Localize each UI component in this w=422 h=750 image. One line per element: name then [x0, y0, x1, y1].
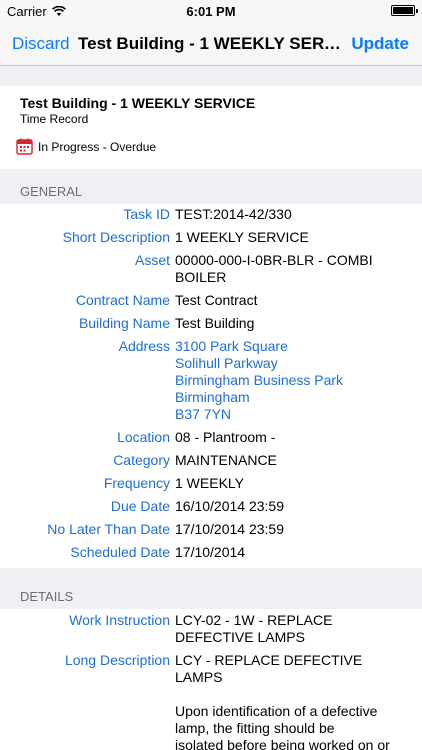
calendar-overdue-icon	[16, 138, 33, 155]
building-name-label: Building Name	[78, 315, 170, 331]
address-link[interactable]: 3100 Park Square Solihull Parkway Birmin…	[175, 338, 415, 423]
scheduled-date-label: Scheduled Date	[70, 544, 170, 560]
scheduled-date-value: 17/10/2014	[175, 544, 246, 560]
category-value: MAINTENANCE	[175, 452, 277, 468]
navigation-bar: Discard Test Building - 1 WEEKLY SERVICE…	[0, 22, 422, 66]
due-date-value: 16/10/2014 23:59	[175, 498, 284, 514]
long-description-spacer	[175, 686, 415, 703]
asset-label: Asset	[134, 252, 170, 268]
address-line: B37 7YN	[175, 406, 232, 422]
location-value: 08 - Plantroom -	[175, 429, 276, 445]
no-later-than-date-label: No Later Than Date	[47, 521, 170, 537]
no-later-than-date-value: 17/10/2014 23:59	[175, 521, 284, 537]
task-status-row: In Progress - Overdue	[16, 138, 156, 155]
asset-value-line: BOILER	[175, 269, 227, 285]
frequency-value: 1 WEEKLY	[175, 475, 244, 491]
battery-icon	[391, 5, 418, 16]
task-header-card: Test Building - 1 WEEKLY SERVICE Time Re…	[0, 86, 422, 169]
long-description-line: isolated before being worked on or	[175, 737, 390, 750]
due-date-label: Due Date	[110, 498, 170, 514]
task-id-label: Task ID	[123, 206, 170, 222]
category-label: Category	[113, 452, 170, 468]
details-section: Work Instruction LCY-02 - 1W - REPLACE D…	[0, 609, 422, 750]
location-label: Location	[117, 429, 170, 445]
address-line: Birmingham Business Park	[175, 372, 344, 388]
work-instruction-value: LCY-02 - 1W - REPLACE DEFECTIVE LAMPS	[175, 612, 415, 646]
address-label: Address	[118, 338, 170, 354]
frequency-label: Frequency	[103, 475, 170, 491]
long-description-line: lamp, the fitting should be	[175, 720, 335, 736]
long-description-label: Long Description	[64, 652, 170, 668]
update-button[interactable]: Update	[351, 34, 409, 54]
details-section-header: DETAILS	[20, 589, 74, 604]
task-status-text: In Progress - Overdue	[38, 139, 157, 154]
address-line: 3100 Park Square	[175, 338, 288, 354]
address-line: Solihull Parkway	[175, 355, 278, 371]
clock: 6:01 PM	[186, 4, 236, 19]
nav-title: Test Building - 1 WEEKLY SERVICE	[78, 34, 342, 53]
task-id-value: TEST:2014-42/330	[175, 206, 292, 222]
asset-value: 00000-000-I-0BR-BLR - COMBI BOILER	[175, 252, 415, 286]
work-instruction-line: DEFECTIVE LAMPS	[175, 629, 305, 645]
work-instruction-line: LCY-02 - 1W - REPLACE	[175, 612, 333, 628]
long-description-value: LCY - REPLACE DEFECTIVE LAMPS Upon ident…	[175, 652, 415, 750]
contract-name-value: Test Contract	[175, 292, 258, 308]
building-name-value: Test Building	[175, 315, 255, 331]
status-bar: Carrier 6:01 PM	[0, 0, 422, 22]
contract-name-label: Contract Name	[75, 292, 170, 308]
address-line: Birmingham	[175, 389, 250, 405]
long-description-line: LAMPS	[175, 669, 223, 685]
asset-value-line: 00000-000-I-0BR-BLR - COMBI	[175, 252, 373, 268]
task-title: Test Building - 1 WEEKLY SERVICE	[20, 95, 256, 111]
short-description-value: 1 WEEKLY SERVICE	[175, 229, 309, 245]
general-section: Task ID TEST:2014-42/330 Short Descripti…	[0, 204, 422, 568]
work-instruction-label: Work Instruction	[69, 612, 170, 628]
short-description-label: Short Description	[62, 229, 170, 245]
long-description-line: Upon identification of a defective	[175, 703, 378, 719]
general-section-header: GENERAL	[20, 184, 83, 199]
long-description-line: LCY - REPLACE DEFECTIVE	[175, 652, 363, 668]
task-subtitle: Time Record	[20, 112, 89, 126]
discard-button[interactable]: Discard	[12, 34, 70, 54]
